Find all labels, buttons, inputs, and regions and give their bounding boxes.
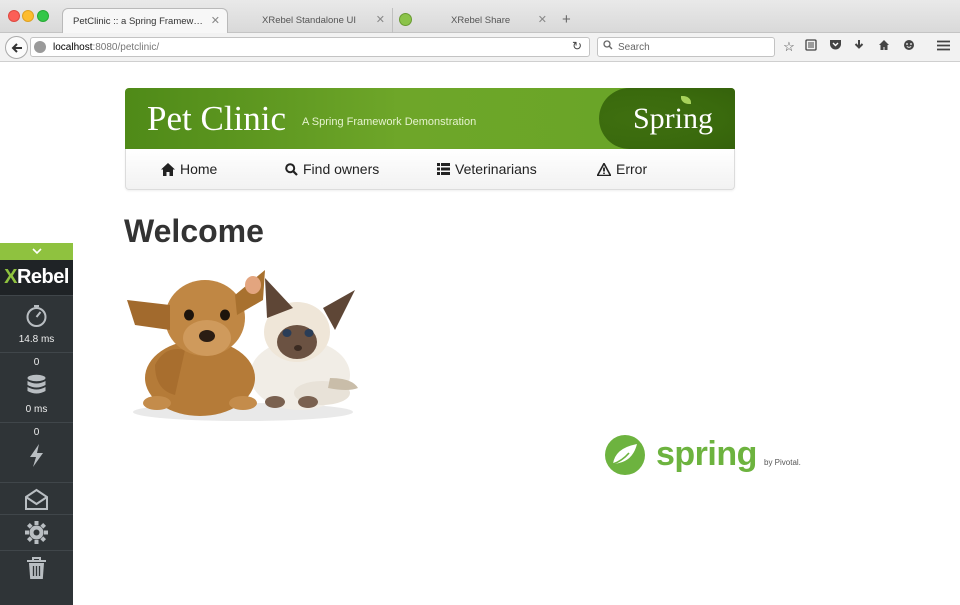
spring-brand-block: Spring bbox=[599, 88, 735, 149]
petclinic-banner: Pet Clinic A Spring Framework Demonstrat… bbox=[125, 88, 735, 149]
home-icon[interactable] bbox=[876, 39, 892, 54]
zoom-window-button[interactable] bbox=[37, 10, 49, 22]
xrebel-mail-section[interactable] bbox=[0, 482, 73, 514]
chat-icon[interactable] bbox=[901, 39, 917, 54]
spring-wordmark: spring bbox=[656, 435, 757, 473]
tab-petclinic[interactable]: PetClinic :: a Spring Framework de... ✕ bbox=[62, 8, 228, 33]
bookmark-star-icon[interactable]: ☆ bbox=[781, 39, 797, 55]
xrebel-exceptions-section[interactable]: 0 bbox=[0, 422, 73, 482]
url-text: localhost:8080/petclinic/ bbox=[53, 42, 160, 53]
url-bar[interactable]: localhost:8080/petclinic/ ↻ bbox=[30, 37, 590, 57]
pivotal-wordmark: by Pivotal. bbox=[764, 458, 801, 467]
nav-find-owners-label: Find owners bbox=[303, 161, 380, 177]
trash-icon bbox=[27, 557, 46, 579]
xrebel-timing-section[interactable]: 14.8 ms bbox=[0, 295, 73, 352]
stopwatch-icon bbox=[26, 305, 47, 327]
nav-veterinarians-label: Veterinarians bbox=[455, 161, 537, 177]
nav-find-owners[interactable]: Find owners bbox=[284, 161, 379, 177]
page-title: Welcome bbox=[124, 213, 264, 249]
timing-value: 14.8 ms bbox=[18, 334, 55, 345]
back-button[interactable] bbox=[5, 36, 28, 59]
tab-label: PetClinic :: a Spring Framework de... bbox=[73, 15, 207, 27]
spring-brand-text: Spring bbox=[632, 102, 713, 135]
reading-list-icon[interactable] bbox=[803, 39, 819, 54]
close-tab-icon[interactable]: ✕ bbox=[211, 14, 220, 27]
exceptions-count: 0 bbox=[33, 427, 40, 438]
banner-subtitle: A Spring Framework Demonstration bbox=[302, 116, 477, 128]
warning-icon bbox=[597, 162, 611, 176]
db-time-value: 0 ms bbox=[25, 404, 48, 415]
menu-hamburger-icon[interactable] bbox=[935, 39, 951, 54]
search-icon bbox=[284, 162, 298, 176]
tab-label: XRebel Standalone UI bbox=[262, 15, 357, 26]
new-tab-button[interactable]: + bbox=[562, 11, 571, 28]
minimize-window-button[interactable] bbox=[22, 10, 34, 22]
download-icon[interactable] bbox=[851, 39, 867, 54]
browser-titlebar: PetClinic :: a Spring Framework de... ✕ … bbox=[0, 0, 960, 33]
pets-image bbox=[127, 270, 358, 421]
back-arrow-icon bbox=[11, 42, 22, 53]
xrebel-settings-section[interactable] bbox=[0, 514, 73, 550]
globe-icon bbox=[34, 41, 46, 53]
list-icon bbox=[436, 162, 450, 176]
home-icon bbox=[161, 162, 175, 176]
spring-leaf-icon bbox=[605, 435, 645, 475]
open-envelope-icon bbox=[25, 488, 48, 510]
xrebel-database-section[interactable]: 0 0 ms bbox=[0, 352, 73, 422]
xrebel-collapse-toggle[interactable] bbox=[0, 243, 73, 260]
xrebel-logo[interactable]: XRebel bbox=[0, 260, 73, 295]
search-placeholder: Search bbox=[618, 42, 650, 53]
tab-label: XRebel Share bbox=[451, 15, 511, 26]
close-window-button[interactable] bbox=[8, 10, 20, 22]
database-icon bbox=[27, 374, 46, 394]
nav-veterinarians[interactable]: Veterinarians bbox=[436, 161, 537, 177]
xrebel-favicon-icon bbox=[399, 13, 412, 26]
xrebel-toolbar: XRebel 14.8 ms 0 0 ms 0 bbox=[0, 260, 73, 605]
pocket-icon[interactable] bbox=[827, 39, 843, 54]
nav-error[interactable]: Error bbox=[597, 161, 647, 177]
nav-home[interactable]: Home bbox=[161, 161, 217, 177]
lightning-icon bbox=[30, 444, 43, 467]
xrebel-clear-section[interactable] bbox=[0, 550, 73, 586]
search-icon bbox=[603, 40, 613, 53]
search-bar[interactable]: Search bbox=[597, 37, 775, 57]
db-query-count: 0 bbox=[33, 357, 40, 368]
close-tab-icon[interactable]: ✕ bbox=[538, 13, 547, 26]
spring-by-pivotal-logo: spring by Pivotal. bbox=[604, 434, 814, 478]
reload-icon[interactable]: ↻ bbox=[572, 39, 582, 53]
tab-xrebel-standalone[interactable]: XRebel Standalone UI ✕ bbox=[232, 8, 392, 33]
main-nav: Home Find owners Veterinarians Error bbox=[125, 149, 735, 190]
chevron-down-icon bbox=[31, 248, 42, 255]
nav-error-label: Error bbox=[616, 161, 648, 177]
tab-xrebel-share[interactable]: XRebel Share ✕ bbox=[392, 8, 554, 33]
gear-icon bbox=[25, 521, 48, 544]
nav-home-label: Home bbox=[180, 161, 218, 177]
banner-title: Pet Clinic bbox=[147, 99, 287, 138]
close-tab-icon[interactable]: ✕ bbox=[376, 13, 385, 26]
browser-navbar: localhost:8080/petclinic/ ↻ Search ☆ bbox=[0, 33, 960, 62]
